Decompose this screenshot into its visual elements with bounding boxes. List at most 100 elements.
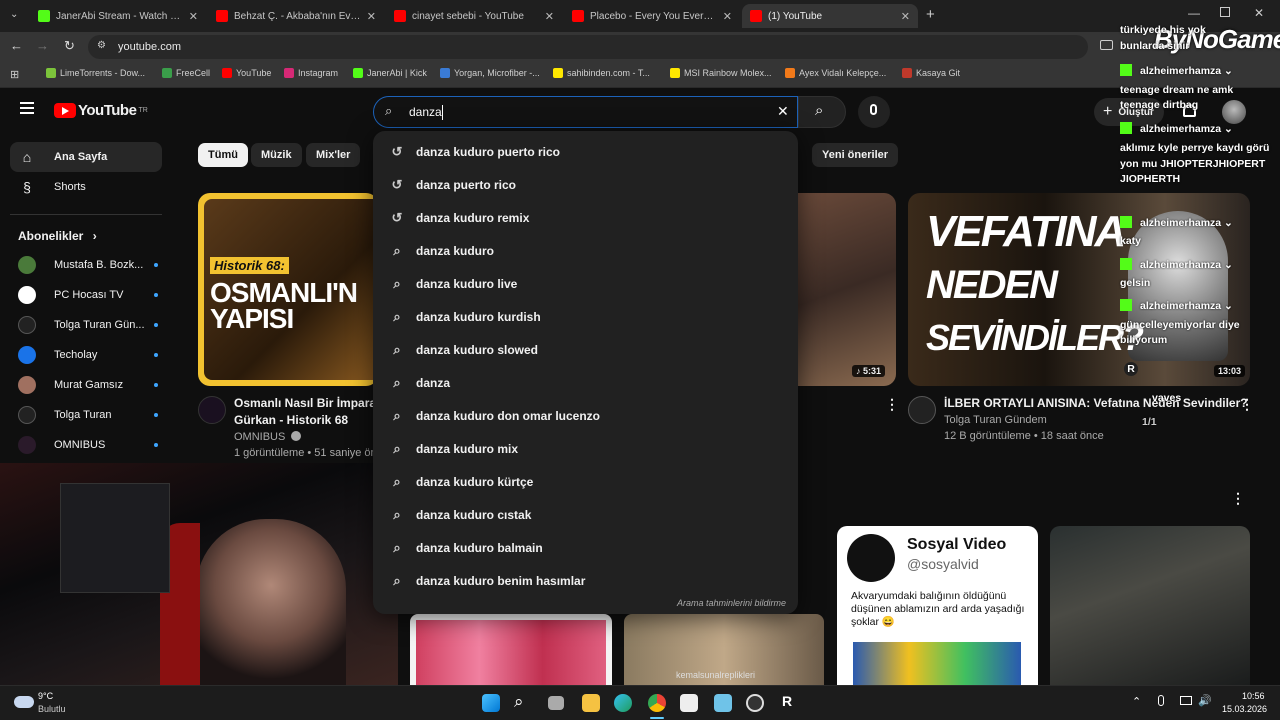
chip-all[interactable]: Tümü bbox=[198, 143, 248, 167]
voice-search-button[interactable] bbox=[858, 96, 890, 128]
sidebar-sub-mustafa[interactable]: Mustafa B. Bozk... bbox=[18, 254, 158, 276]
sidebar-sub-omnibus[interactable]: OMNIBUS bbox=[18, 434, 158, 456]
suggestion-item[interactable]: ↺ danza puerto rico bbox=[373, 168, 798, 201]
bookmark-kick[interactable]: JanerAbi | Kick bbox=[353, 68, 427, 78]
address-bar[interactable]: ⚙ youtube.com bbox=[88, 35, 1088, 59]
sidebar-sub-murat[interactable]: Murat Gamsız bbox=[18, 374, 158, 396]
tab-search-icon[interactable]: ⌄ bbox=[10, 9, 18, 20]
tab-behzat[interactable]: Behzat Ç. - Akbaba'nın Evindek ✕ bbox=[208, 4, 384, 28]
suggestion-item[interactable]: ⌕ danza kuduro cıstak bbox=[373, 498, 798, 531]
close-icon[interactable]: ✕ bbox=[901, 10, 910, 23]
site-info-icon[interactable]: ⚙ bbox=[97, 40, 106, 51]
video-thumbnail[interactable]: Sosyal Video @sosyalvid Akvaryumdaki bal… bbox=[837, 526, 1038, 686]
clock-date[interactable]: 15.03.2026 bbox=[1222, 704, 1267, 714]
close-icon[interactable]: ✕ bbox=[723, 10, 732, 23]
bookmark-instagram[interactable]: Instagram bbox=[284, 68, 338, 78]
more-options-icon[interactable]: ⋮ bbox=[1240, 396, 1254, 413]
bookmark-sahibinden[interactable]: sahibinden.com - T... bbox=[553, 68, 650, 78]
clock-time[interactable]: 10:56 bbox=[1242, 691, 1265, 701]
sidebar-sub-pc-hocasi[interactable]: PC Hocası TV bbox=[18, 284, 158, 306]
file-explorer-icon[interactable] bbox=[582, 694, 600, 712]
reload-icon[interactable]: ↻ bbox=[64, 38, 75, 54]
windows-start-icon[interactable] bbox=[482, 694, 500, 712]
tab-kick-stream[interactable]: JanerAbi Stream - Watch Live o ✕ bbox=[30, 4, 206, 28]
youtube-logo[interactable]: YouTube TR bbox=[54, 102, 148, 119]
report-predictions-link[interactable]: Arama tahminlerini bildirme bbox=[677, 598, 786, 608]
bookmark-msi[interactable]: MSI Rainbow Molex... bbox=[670, 68, 772, 78]
volume-icon[interactable]: 🔊 bbox=[1198, 694, 1212, 707]
suggestion-item[interactable]: ↺ danza kuduro remix bbox=[373, 201, 798, 234]
tab-cinayet[interactable]: cinayet sebebi - YouTube ✕ bbox=[386, 4, 562, 28]
microphone-icon[interactable] bbox=[1158, 695, 1164, 706]
bookmark-ayex[interactable]: Ayex Vidalı Kelepçe... bbox=[785, 68, 886, 78]
nav-home[interactable]: ⌂ Ana Sayfa bbox=[10, 142, 162, 172]
clear-search-icon[interactable]: ✕ bbox=[777, 103, 789, 120]
suggestion-item[interactable]: ⌕ danza kuduro mix bbox=[373, 432, 798, 465]
maximize-button[interactable] bbox=[1220, 7, 1230, 17]
channel-name[interactable]: Tolga Turan Gündem bbox=[944, 414, 1047, 426]
app-r-icon[interactable]: R bbox=[782, 693, 792, 709]
suggestion-item[interactable]: ⌕ danza kuduro live bbox=[373, 267, 798, 300]
close-window-button[interactable]: ✕ bbox=[1254, 6, 1264, 20]
suggestion-item[interactable]: ↺ danza kuduro puerto rico bbox=[373, 135, 798, 168]
suggestion-item[interactable]: ⌕ danza kuduro don omar lucenzo bbox=[373, 399, 798, 432]
video-thumbnail[interactable] bbox=[1050, 526, 1250, 686]
forward-icon[interactable]: → bbox=[36, 38, 49, 53]
close-icon[interactable]: ✕ bbox=[189, 10, 198, 23]
suggestion-item[interactable]: ⌕ danza bbox=[373, 366, 798, 399]
suggestion-item[interactable]: ⌕ danza kuduro benim hasımlar bbox=[373, 564, 798, 597]
obs-icon[interactable] bbox=[746, 694, 764, 712]
search-input[interactable]: danza bbox=[409, 105, 442, 119]
tab-placebo[interactable]: Placebo - Every You Every Me ( ✕ bbox=[564, 4, 740, 28]
chip-mixes[interactable]: Mix'ler bbox=[306, 143, 361, 167]
search-box[interactable]: ⌕ danza ✕ bbox=[373, 96, 798, 128]
task-view-icon[interactable] bbox=[548, 696, 564, 710]
nav-shorts[interactable]: § Shorts bbox=[10, 172, 162, 202]
store-icon[interactable] bbox=[680, 694, 698, 712]
edge-icon[interactable] bbox=[614, 694, 632, 712]
video-thumbnail[interactable]: Historik 68: OSMANLI'N YAPISI bbox=[198, 193, 378, 386]
suggestion-item[interactable]: ⌕ danza kuduro bbox=[373, 234, 798, 267]
bookmark-kasaya-git[interactable]: Kasaya Git bbox=[902, 68, 960, 78]
video-title[interactable]: İLBER ORTAYLI ANISINA: Vefatına Neden Se… bbox=[944, 396, 1248, 410]
close-icon[interactable]: ✕ bbox=[545, 10, 554, 23]
cast-icon[interactable] bbox=[1100, 40, 1113, 50]
search-icon[interactable]: ⌕ bbox=[514, 692, 524, 712]
channel-line[interactable]: OMNIBUS bbox=[234, 431, 302, 443]
network-icon[interactable] bbox=[1180, 696, 1192, 705]
minimize-button[interactable]: — bbox=[1188, 6, 1200, 20]
suggestion-item[interactable]: ⌕ danza kuduro kurdish bbox=[373, 300, 798, 333]
suggestion-item[interactable]: ⌕ danza kuduro kürtçe bbox=[373, 465, 798, 498]
bookmark-youtube[interactable]: YouTube bbox=[222, 68, 271, 78]
suggestion-item[interactable]: ⌕ danza kuduro balmain bbox=[373, 531, 798, 564]
sidebar-sub-tolga[interactable]: Tolga Turan bbox=[18, 404, 158, 426]
new-tab-button[interactable]: + bbox=[926, 6, 935, 23]
channel-avatar[interactable] bbox=[908, 396, 936, 424]
subscriptions-header[interactable]: Abonelikler › bbox=[18, 229, 97, 243]
bookmark-freecell[interactable]: FreeCell bbox=[162, 68, 210, 78]
video-title[interactable]: Osmanlı Nasıl Bir İmparato bbox=[234, 396, 387, 410]
video-thumbnail[interactable] bbox=[410, 614, 612, 686]
channel-avatar[interactable] bbox=[198, 396, 226, 424]
more-options-icon[interactable]: ⋮ bbox=[885, 396, 899, 413]
sidebar-sub-tolga-gundem[interactable]: Tolga Turan Gün... bbox=[18, 314, 158, 336]
app-icon[interactable] bbox=[714, 694, 732, 712]
chip-new-recommendations[interactable]: Yeni öneriler bbox=[812, 143, 899, 167]
bookmark-limetorrents[interactable]: LimeTorrents - Dow... bbox=[46, 68, 145, 78]
apps-grid-icon[interactable]: ⊞ bbox=[10, 68, 19, 81]
close-icon[interactable]: ✕ bbox=[367, 10, 376, 23]
weather-icon[interactable] bbox=[14, 696, 34, 708]
suggestion-item[interactable]: ⌕ danza kuduro slowed bbox=[373, 333, 798, 366]
video-title-line2[interactable]: Gürkan - Historik 68 bbox=[234, 413, 348, 427]
bookmark-yorgan[interactable]: Yorgan, Microfiber -... bbox=[440, 68, 540, 78]
chrome-icon[interactable] bbox=[648, 694, 666, 712]
more-options-icon[interactable]: ⋮ bbox=[1231, 490, 1245, 507]
video-thumbnail[interactable]: kemalsunalreplikleri bbox=[624, 614, 824, 686]
back-icon[interactable]: ← bbox=[10, 38, 23, 53]
search-button[interactable]: ⌕ bbox=[798, 96, 846, 128]
sidebar-sub-techolay[interactable]: Techolay bbox=[18, 344, 158, 366]
video-thumbnail[interactable]: ♪ 5:31 bbox=[790, 193, 896, 386]
chevron-up-icon[interactable]: ⌃ bbox=[1132, 695, 1141, 708]
menu-icon[interactable] bbox=[20, 102, 34, 114]
chip-music[interactable]: Müzik bbox=[251, 143, 302, 167]
